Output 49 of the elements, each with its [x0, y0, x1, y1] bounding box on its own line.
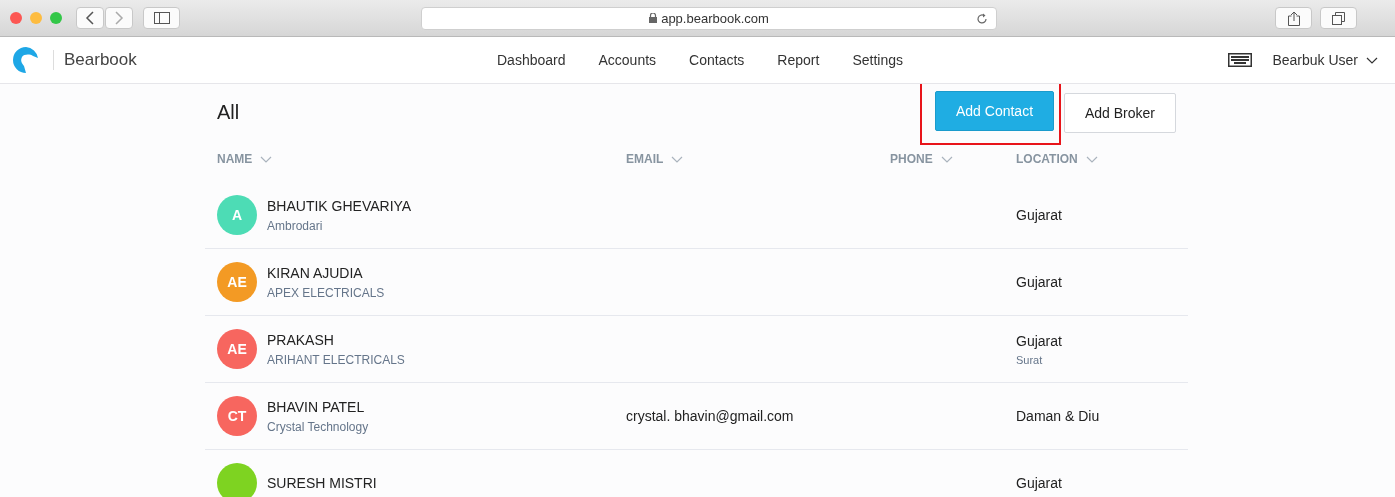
company-name: APEX ELECTRICALS: [267, 285, 385, 300]
company-name: ARIHANT ELECTRICALS: [267, 352, 405, 367]
avatar: AE: [217, 262, 257, 302]
contact-name[interactable]: BHAUTIK GHEVARIYA: [267, 197, 412, 214]
city-text: Surat: [1016, 353, 1043, 366]
sort-icon: [671, 155, 684, 163]
location-text: Daman & Diu: [1016, 408, 1100, 424]
company-name: Crystal Technology: [267, 419, 369, 434]
lock-icon: [649, 13, 658, 23]
avatar: A: [217, 195, 257, 235]
contact-name[interactable]: PRAKASH: [267, 331, 334, 348]
sidebar-icon: [153, 12, 170, 24]
tabs-icon: [1332, 11, 1345, 25]
location-text: Gujarat: [1016, 274, 1062, 290]
page-title: All: [217, 101, 240, 124]
back-icon: [85, 11, 95, 25]
app-name: Bearbook: [64, 50, 137, 70]
sort-icon: [1085, 155, 1098, 163]
nav-link[interactable]: Dashboard: [497, 52, 566, 68]
sort-icon: [940, 155, 953, 163]
reload-icon[interactable]: [976, 12, 988, 25]
share-button[interactable]: [1275, 7, 1312, 29]
sort-icon: [260, 155, 273, 163]
user-menu[interactable]: Bearbuk User: [1272, 52, 1378, 68]
email-text: crystal. bhavin@gmail.com: [626, 408, 794, 424]
action-button[interactable]: Add Broker: [1064, 92, 1176, 133]
company-name: Ambrodari: [267, 218, 323, 233]
nav-link[interactable]: Report: [777, 52, 820, 68]
keyboard-icon[interactable]: [1228, 53, 1253, 67]
avatar: AE: [217, 329, 257, 369]
location-text: Gujarat: [1016, 207, 1062, 223]
back-button[interactable]: [76, 7, 104, 29]
avatar: CT: [217, 396, 257, 436]
tabs-button[interactable]: [1320, 7, 1357, 29]
nav-link[interactable]: Accounts: [598, 52, 657, 68]
contact-name[interactable]: KIRAN AJUDIA: [267, 264, 363, 281]
address-bar[interactable]: app.bearbook.com: [421, 6, 997, 30]
caret-icon: [1366, 56, 1378, 64]
contact-name[interactable]: SURESH MISTRI: [267, 475, 377, 491]
bear-logo-icon: [12, 46, 40, 74]
forward-icon: [114, 11, 124, 25]
sidebar-button[interactable]: [143, 7, 180, 29]
location-text: Gujarat: [1016, 332, 1062, 349]
location-text: Gujarat: [1016, 475, 1062, 491]
url-text: app.bearbook.com: [661, 10, 769, 26]
nav-link[interactable]: Settings: [852, 52, 903, 68]
share-icon: [1287, 10, 1300, 26]
nav-link[interactable]: Contacts: [689, 52, 745, 68]
contact-name[interactable]: BHAVIN PATEL: [267, 398, 365, 415]
